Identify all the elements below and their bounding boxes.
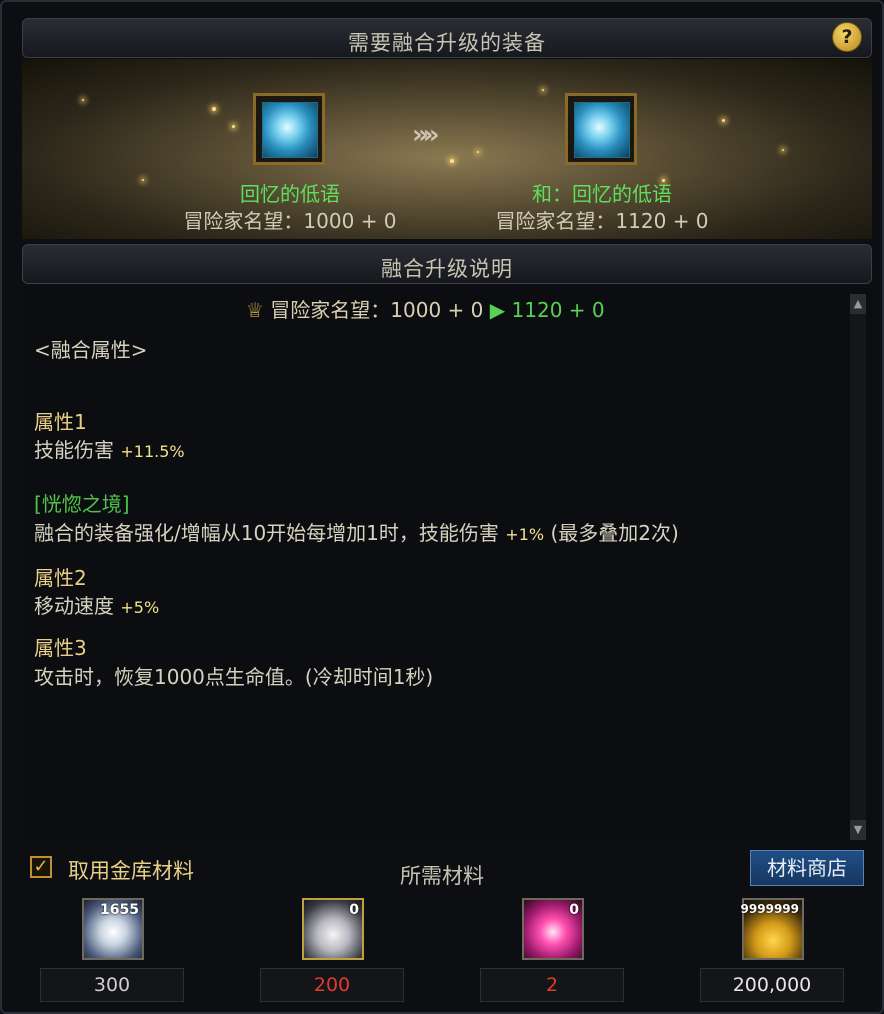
item-orb-icon (262, 102, 318, 158)
material-required-2: 200 (260, 968, 404, 1002)
result-item-stat: 冒险家名望：1120 + 0 (495, 209, 709, 233)
set-text: 融合的装备强化/增幅从10开始每增加1时，技能伤害 (34, 521, 499, 545)
sparkle-icon (212, 107, 216, 111)
header-bar: 需要融合升级的装备 (22, 18, 872, 58)
gold-coins-icon[interactable]: 9999999 (740, 898, 804, 960)
description-scrollbar[interactable] (850, 294, 866, 840)
crystal-icon[interactable]: 0 (302, 898, 364, 960)
attr3-text: 攻击时，恢复1000点生命值。(冷却时间1秒) (34, 665, 434, 689)
source-item-slot[interactable] (253, 93, 325, 165)
material-shop-button[interactable]: 材料商店 (750, 850, 864, 886)
scroll-down-icon[interactable]: ▼ (850, 820, 866, 840)
reputation-after: 1120 + 0 (511, 298, 605, 322)
fusion-attributes-header: <融合属性> (34, 338, 148, 362)
material-owned-count: 1655 (100, 902, 139, 918)
attr2-value: +5% (120, 598, 160, 617)
source-item-stat: 冒险家名望：1000 + 0 (183, 209, 397, 233)
material-owned-count: 0 (349, 902, 359, 918)
attr1-title: 属性1 (34, 410, 87, 434)
attr2-title: 属性2 (34, 566, 87, 590)
reputation-label: 冒险家名望 (270, 298, 371, 322)
reputation-before: ：1000 + 0 (370, 298, 484, 322)
reputation-icon: ♕ (246, 298, 264, 322)
material-owned-count: 0 (569, 902, 579, 918)
sparkle-icon (142, 179, 144, 181)
sparkle-icon (782, 149, 784, 151)
result-item-slot[interactable] (565, 93, 637, 165)
material-required-3: 2 (480, 968, 624, 1002)
set-suffix: (最多叠加2次) (550, 521, 679, 545)
set-value: +1% (505, 525, 545, 544)
sparkle-icon (542, 89, 544, 91)
material-required-1: 300 (40, 968, 184, 1002)
fusion-banner (22, 59, 872, 239)
sparkle-icon (450, 159, 454, 163)
attr1-line: 技能伤害 +11.5% (34, 434, 185, 463)
reputation-line: ♕ 冒险家名望：1000 + 0 ▶ 1120 + 0 (246, 294, 605, 323)
description-panel (22, 286, 872, 844)
play-arrow-icon: ▶ (489, 298, 506, 322)
window-title: 需要融合升级的装备 (348, 31, 546, 55)
attr2-line: 移动速度 +5% (34, 590, 159, 619)
white-orb-icon[interactable]: 1655 (82, 898, 144, 960)
attr2-text: 移动速度 (34, 594, 114, 618)
result-item-name: 和：回忆的低语 (532, 182, 672, 206)
sparkle-icon (82, 99, 84, 101)
material-owned-count: 9999999 (740, 902, 799, 916)
scroll-up-icon[interactable]: ▲ (850, 294, 866, 314)
help-button[interactable]: ? (832, 22, 862, 52)
material-required-4: 200,000 (700, 968, 844, 1002)
sparkle-icon (477, 151, 479, 153)
set-line: 融合的装备强化/增幅从10开始每增加1时，技能伤害 +1% (最多叠加2次) (34, 517, 679, 546)
fusion-window: 需要融合升级的装备 ? »» 回忆的低语 冒险家名望：1000 + 0 和：回忆… (0, 0, 884, 1014)
description-header: 融合升级说明 (22, 244, 872, 284)
set-title: [恍惚之境] (34, 492, 130, 516)
source-item-name: 回忆的低语 (240, 182, 340, 206)
description-title: 融合升级说明 (381, 257, 513, 281)
sparkle-icon (232, 125, 235, 128)
sparkle-icon (722, 119, 725, 122)
attr1-text: 技能伤害 (34, 438, 114, 462)
attr1-value: +11.5% (120, 442, 185, 461)
item-orb-icon (574, 102, 630, 158)
attr3-title: 属性3 (34, 636, 87, 660)
fusion-arrow-icon: »» (412, 120, 439, 150)
pink-gear-icon[interactable]: 0 (522, 898, 584, 960)
